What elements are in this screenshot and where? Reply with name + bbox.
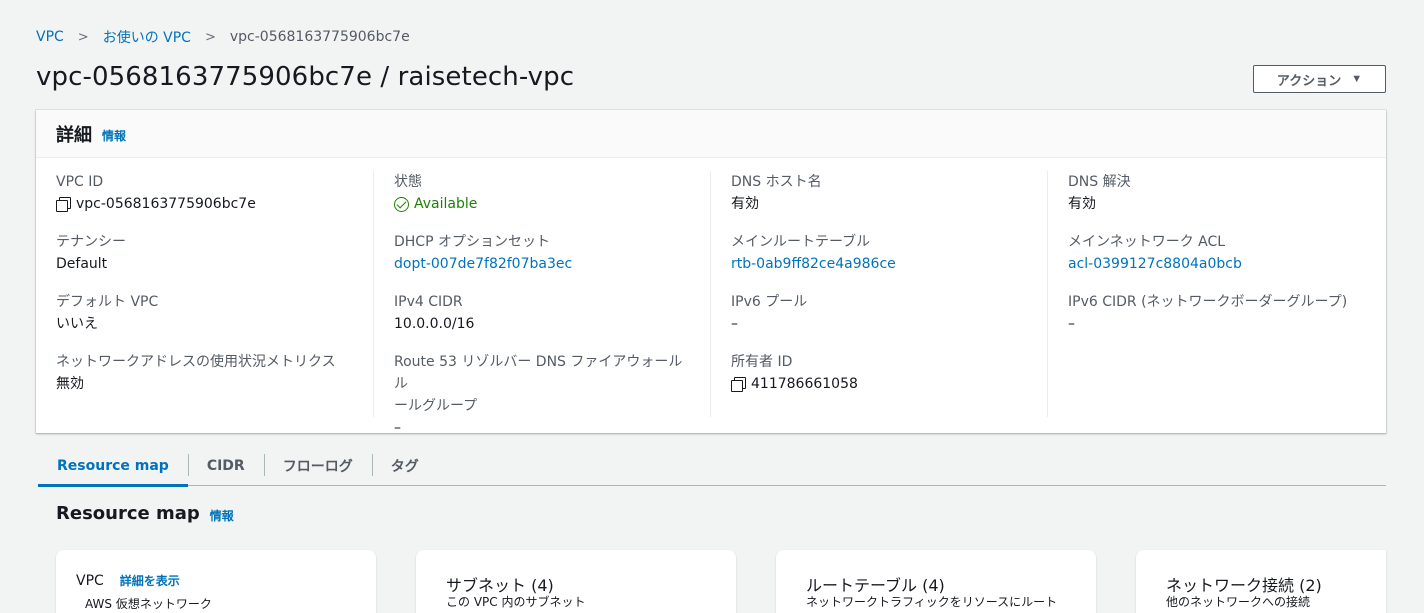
details-column-3: DNS ホスト名 有効 メインルートテーブル rtb-0ab9ff82ce4a9… <box>710 171 1046 417</box>
field-label: Route 53 リゾルバー DNS ファイアウォールル <box>394 354 683 392</box>
field-value: Default <box>56 256 108 272</box>
details-column-1: VPC ID vpc-0568163775906bc7e テナンシー Defau… <box>36 171 372 417</box>
field-value: – <box>731 316 738 332</box>
field-label: DNS ホスト名 <box>731 174 822 190</box>
field-default-vpc: デフォルト VPC いいえ <box>56 291 358 335</box>
resource-map-header: Resource map 情報 <box>56 503 234 524</box>
tab-resource-map[interactable]: Resource map <box>38 447 188 487</box>
field-label: テナンシー <box>56 234 126 250</box>
field-main-network-acl: メインネットワーク ACL acl-0399127c8804a0bcb <box>1068 231 1369 275</box>
field-label: DHCP オプションセット <box>394 234 550 250</box>
field-dhcp-options: DHCP オプションセット dopt-007de7f82f07ba3ec <box>394 231 695 275</box>
field-state: 状態 Available <box>394 171 695 215</box>
tab-cidr[interactable]: CIDR <box>187 447 264 485</box>
actions-label: アクション <box>1276 72 1342 88</box>
caret-down-icon: ▼ <box>1351 73 1363 85</box>
field-value: 10.0.0.0/16 <box>394 316 475 332</box>
field-label: VPC ID <box>56 174 104 190</box>
field-dns-hostnames: DNS ホスト名 有効 <box>731 171 1032 215</box>
details-column-2: 状態 Available DHCP オプションセット dopt-007de7f8… <box>373 171 709 436</box>
field-value: – <box>1068 316 1075 332</box>
page-title: vpc-0568163775906bc7e / raisetech-vpc <box>36 62 575 92</box>
field-label: デフォルト VPC <box>56 294 159 310</box>
field-label: ネットワークアドレスの使用状況メトリクス <box>56 354 336 370</box>
field-value: 有効 <box>1068 196 1096 212</box>
breadcrumb-current: vpc-0568163775906bc7e <box>229 29 410 45</box>
field-ipv4-cidr: IPv4 CIDR 10.0.0.0/16 <box>394 291 695 335</box>
field-label: 所有者 ID <box>731 354 793 370</box>
show-details-link[interactable]: 詳細を表示 <box>120 572 180 589</box>
chevron-right-icon: > <box>77 29 89 45</box>
field-value: 無効 <box>56 376 84 392</box>
details-header: 詳細 情報 <box>36 110 1386 158</box>
field-label: メインネットワーク ACL <box>1068 234 1226 250</box>
field-dns-resolution: DNS 解決 有効 <box>1068 171 1369 215</box>
tab-tags[interactable]: タグ <box>371 447 438 485</box>
card-subtitle: この VPC 内のサブネット <box>446 595 586 609</box>
field-value: vpc-0568163775906bc7e <box>56 193 358 215</box>
dhcp-options-link[interactable]: dopt-007de7f82f07ba3ec <box>394 253 695 275</box>
tab-bar: Resource map CIDR フローログ タグ <box>38 447 1386 487</box>
field-label: メインルートテーブル <box>731 234 871 250</box>
field-label: IPv6 CIDR (ネットワークボーダーグループ) <box>1068 294 1348 310</box>
card-subtitle: AWS 仮想ネットワーク <box>85 597 212 611</box>
field-label-cont: ールグループ <box>394 398 478 414</box>
main-route-table-link[interactable]: rtb-0ab9ff82ce4a986ce <box>731 253 1032 275</box>
card-title: VPC <box>76 572 104 589</box>
field-value: いいえ <box>56 316 98 332</box>
field-main-route-table: メインルートテーブル rtb-0ab9ff82ce4a986ce <box>731 231 1032 275</box>
breadcrumb-your-vpcs[interactable]: お使いの VPC <box>103 27 191 47</box>
state-value: Available <box>414 196 478 212</box>
field-value: 有効 <box>731 196 759 212</box>
chevron-right-icon: > <box>204 29 216 45</box>
field-value: – <box>394 420 401 436</box>
resource-card-network-connections: ネットワーク接続 (2) 他のネットワークへの接続 <box>1136 550 1386 613</box>
field-ipv6-pool: IPv6 プール – <box>731 291 1032 335</box>
field-label: 状態 <box>394 174 422 190</box>
card-subtitle: 他のネットワークへの接続 <box>1166 595 1311 609</box>
details-panel: 詳細 情報 VPC ID vpc-0568163775906bc7e テナンシー… <box>36 110 1386 436</box>
card-subtitle: ネットワークトラフィックをリソースにルート <box>806 595 1058 609</box>
field-ipv6-cidr: IPv6 CIDR (ネットワークボーダーグループ) – <box>1068 291 1369 335</box>
field-value: Available <box>394 193 695 215</box>
resource-card-route-tables: ルートテーブル (4) ネットワークトラフィックをリソースにルート <box>776 550 1096 613</box>
field-route53-firewall: Route 53 リゾルバー DNS ファイアウォールル ールグループ – <box>394 351 695 439</box>
owner-id-value: 411786661058 <box>751 376 858 392</box>
field-owner-id: 所有者 ID 411786661058 <box>731 351 1032 395</box>
main-network-acl-link[interactable]: acl-0399127c8804a0bcb <box>1068 253 1369 275</box>
field-network-address-usage-metrics: ネットワークアドレスの使用状況メトリクス 無効 <box>56 351 358 395</box>
details-column-4: DNS 解決 有効 メインネットワーク ACL acl-0399127c8804… <box>1047 171 1383 417</box>
details-title: 詳細 <box>56 124 92 146</box>
resource-card-subnets: サブネット (4) この VPC 内のサブネット <box>416 550 736 613</box>
details-info-link[interactable]: 情報 <box>102 127 126 144</box>
status-check-icon <box>394 196 409 212</box>
resource-map-title: Resource map <box>56 503 200 524</box>
card-header: VPC 詳細を表示 <box>76 572 180 589</box>
tab-flow-logs[interactable]: フローログ <box>263 447 372 485</box>
actions-dropdown-button[interactable]: アクション ▼ <box>1253 65 1386 93</box>
resource-map-info-link[interactable]: 情報 <box>210 507 234 524</box>
field-value: 411786661058 <box>731 373 1032 395</box>
resource-card-vpc: VPC 詳細を表示 AWS 仮想ネットワーク <box>56 550 376 613</box>
copy-icon[interactable] <box>731 377 746 392</box>
field-label: DNS 解決 <box>1068 174 1131 190</box>
vpc-id-value: vpc-0568163775906bc7e <box>76 196 256 212</box>
breadcrumb-vpc[interactable]: VPC <box>36 29 64 45</box>
copy-icon[interactable] <box>56 197 71 212</box>
field-label: IPv4 CIDR <box>394 294 463 310</box>
field-vpc-id: VPC ID vpc-0568163775906bc7e <box>56 171 358 215</box>
breadcrumb: VPC > お使いの VPC > vpc-0568163775906bc7e <box>36 27 410 47</box>
field-label: IPv6 プール <box>731 294 808 310</box>
field-tenancy: テナンシー Default <box>56 231 358 275</box>
